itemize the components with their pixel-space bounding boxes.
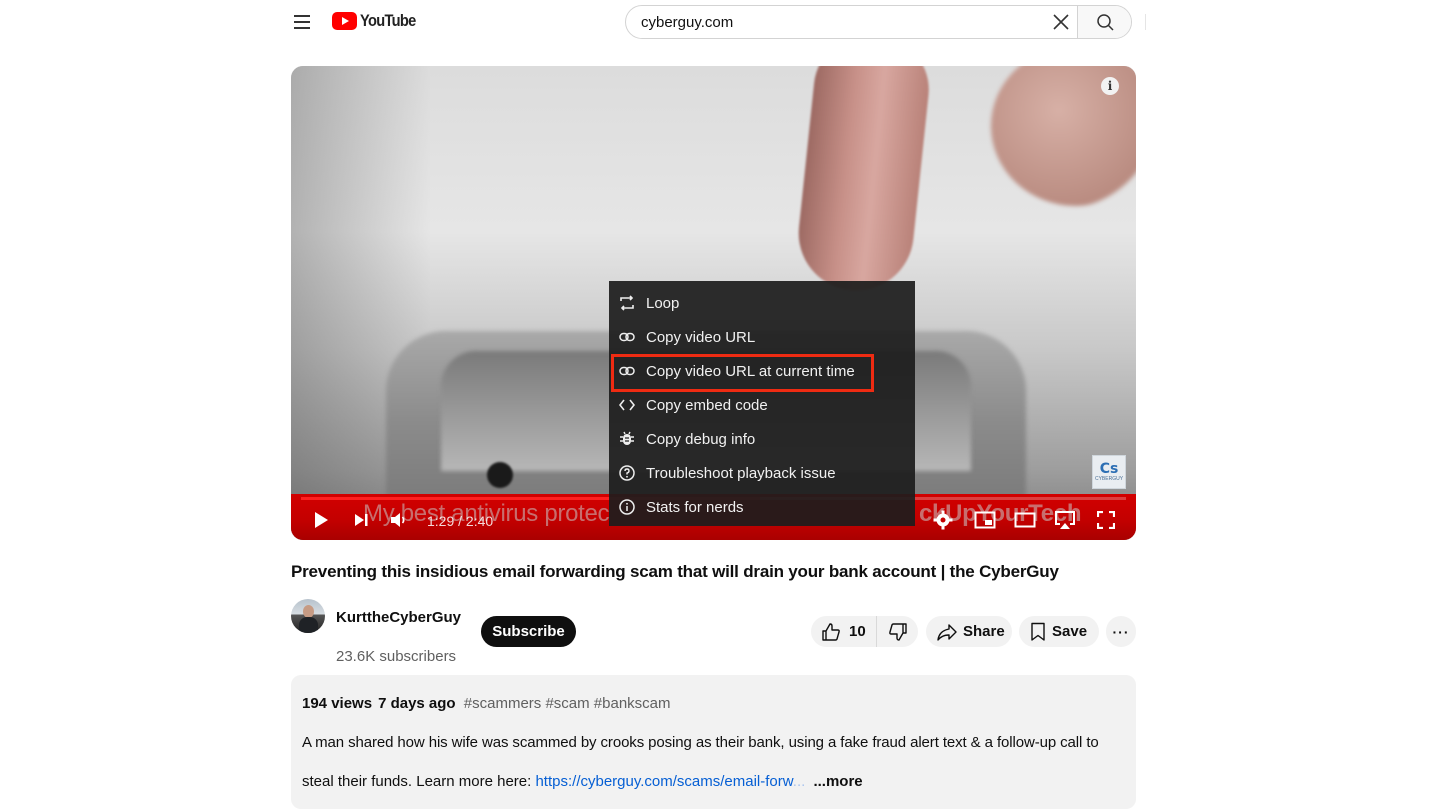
- airplay-icon: [1055, 511, 1075, 529]
- bug-icon: [619, 431, 635, 447]
- link-icon: [619, 329, 635, 345]
- menu-item-copy-embed-code[interactable]: Copy embed code: [609, 388, 915, 422]
- upload-age: 7 days ago: [378, 695, 456, 712]
- info-circle-icon: [619, 499, 635, 515]
- youtube-play-icon: [332, 12, 357, 30]
- menu-item-label: Stats for nerds: [646, 498, 744, 516]
- youtube-logo[interactable]: YouTube: [332, 11, 425, 31]
- description-text-line1: A man shared how his wife was scammed by…: [302, 734, 1099, 751]
- close-icon: [1053, 14, 1069, 30]
- search-button[interactable]: [1077, 6, 1131, 38]
- show-more-button[interactable]: ...more: [813, 773, 862, 790]
- menu-item-label: Copy debug info: [646, 430, 756, 448]
- menu-item-stats-for-nerds[interactable]: Stats for nerds: [609, 490, 915, 524]
- bookmark-icon: [1031, 622, 1045, 641]
- menu-item-copy-debug-info[interactable]: Copy debug info: [609, 422, 915, 456]
- settings-button[interactable]: [931, 508, 955, 532]
- menu-item-label: Troubleshoot playback issue: [646, 464, 836, 482]
- theater-mode-button[interactable]: [1013, 508, 1037, 532]
- menu-item-label: Copy embed code: [646, 396, 768, 414]
- link-ellipsis: ...: [792, 773, 806, 790]
- video-title: Preventing this insidious email forwardi…: [291, 562, 1059, 581]
- play-icon: [315, 512, 328, 528]
- thumbs-down-icon: [888, 622, 907, 641]
- volume-icon: [391, 513, 405, 527]
- dislike-button[interactable]: [877, 616, 918, 647]
- like-button[interactable]: 10: [811, 616, 877, 647]
- hashtags[interactable]: #scammers #scam #bankscam: [464, 695, 671, 712]
- hamburger-icon-line: [294, 27, 310, 29]
- gear-icon: [933, 510, 953, 530]
- player-context-menu: Loop Copy video URL Copy video URL at cu…: [609, 281, 915, 526]
- channel-watermark[interactable]: Cs CYBERGUY: [1092, 455, 1126, 489]
- like-count: 10: [849, 623, 866, 640]
- subscriber-count: 23.6K subscribers: [336, 648, 457, 665]
- airplay-button[interactable]: [1053, 508, 1077, 532]
- theater-icon: [1014, 512, 1036, 528]
- fullscreen-button[interactable]: [1095, 508, 1117, 532]
- channel-avatar[interactable]: [291, 599, 325, 633]
- link-icon: [619, 363, 635, 379]
- share-icon: [937, 623, 957, 641]
- save-button[interactable]: Save: [1019, 616, 1099, 647]
- like-dislike-group: 10: [811, 616, 918, 647]
- description-text-prefix: steal their funds. Learn more here:: [302, 773, 536, 790]
- watermark-logo: Cs: [1099, 461, 1119, 477]
- search-input[interactable]: [626, 6, 1045, 38]
- next-icon: [355, 514, 368, 526]
- fullscreen-icon: [1097, 511, 1115, 529]
- menu-item-troubleshoot-playback[interactable]: Troubleshoot playback issue: [609, 456, 915, 490]
- description-meta: 194 views 7 days ago #scammers #scam #ban…: [302, 695, 671, 712]
- volume-button[interactable]: [389, 508, 409, 532]
- description-text-line2: steal their funds. Learn more here: http…: [302, 773, 863, 790]
- menu-item-loop[interactable]: Loop: [609, 286, 915, 320]
- next-button[interactable]: [351, 508, 371, 532]
- menu-item-label: Copy video URL at current time: [646, 362, 855, 380]
- menu-item-copy-video-url[interactable]: Copy video URL: [609, 320, 915, 354]
- menu-item-copy-video-url-at-current-time[interactable]: Copy video URL at current time: [609, 354, 915, 392]
- time-display: 1:29 / 2:40: [427, 513, 494, 529]
- more-actions-button[interactable]: ···: [1106, 616, 1136, 647]
- miniplayer-icon: [974, 511, 996, 529]
- topbar-divider: [1145, 14, 1146, 30]
- view-count: 194 views: [302, 695, 373, 712]
- menu-item-label: Copy video URL: [646, 328, 756, 346]
- channel-name[interactable]: KurttheCyberGuy: [336, 609, 461, 626]
- more-icon: ···: [1112, 623, 1130, 640]
- clear-search-button[interactable]: [1045, 6, 1077, 38]
- menu-button[interactable]: [290, 10, 314, 34]
- video-phone-port: [487, 462, 513, 488]
- search-bar: [625, 5, 1132, 39]
- play-button[interactable]: [311, 508, 331, 532]
- subscribe-button[interactable]: Subscribe: [481, 616, 576, 647]
- hamburger-icon-line: [294, 21, 310, 23]
- info-icon[interactable]: i: [1101, 77, 1119, 95]
- save-label: Save: [1052, 623, 1088, 640]
- watermark-text: CYBERGUY: [1094, 476, 1124, 482]
- code-icon: [619, 397, 635, 413]
- miniplayer-button[interactable]: [973, 508, 997, 532]
- description-box[interactable]: 194 views 7 days ago #scammers #scam #ban…: [291, 675, 1136, 809]
- share-button[interactable]: Share: [926, 616, 1012, 647]
- description-link[interactable]: https://cyberguy.com/scams/email-forw: [535, 773, 792, 790]
- thumbs-up-icon: [822, 622, 840, 641]
- search-icon: [1096, 14, 1114, 31]
- loop-icon: [619, 295, 635, 311]
- help-circle-icon: [619, 465, 635, 481]
- share-label: Share: [963, 623, 1005, 640]
- menu-item-label: Loop: [646, 294, 680, 312]
- hamburger-icon-line: [294, 15, 310, 17]
- logo-text: YouTube: [360, 11, 416, 30]
